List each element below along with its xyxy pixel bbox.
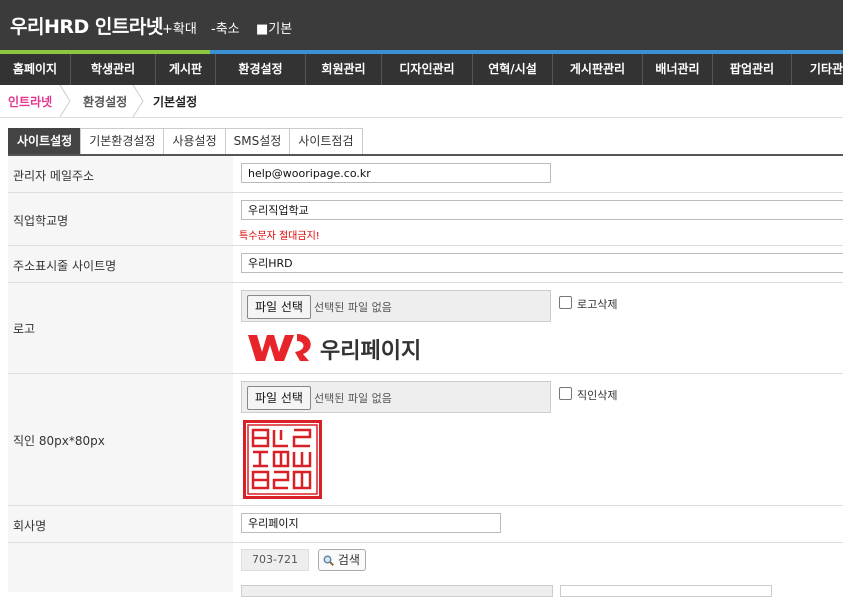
nav-item-history[interactable]: 연혁/시설 — [473, 54, 553, 85]
logo-delete-checkbox[interactable] — [559, 296, 572, 309]
address-row: 703-721 검색 — [8, 543, 843, 597]
nav-item-board-admin[interactable]: 게시판관리 — [553, 54, 643, 85]
admin-email-label: 관리자 메일주소 — [13, 169, 95, 183]
site-name-row: 주소표시줄 사이트명 우리HRD — [8, 246, 843, 283]
admin-email-row: 관리자 메일주소 help@wooripage.co.kr — [8, 156, 843, 193]
zoom-out-button[interactable]: -축소 — [211, 18, 240, 37]
company-input[interactable]: 우리페이지 — [241, 513, 501, 533]
seal-file-button[interactable]: 파일 선택 — [247, 386, 311, 410]
address-detail-input[interactable] — [560, 585, 772, 597]
school-name-row: 직업학교명 우리직업학교 특수문자 절대금지! — [8, 193, 843, 246]
zoom-default-button[interactable]: ■기본 — [256, 18, 292, 37]
seal-delete-label: 직인삭제 — [577, 389, 618, 402]
seal-file-input[interactable]: 파일 선택 선택된 파일 없음 — [241, 381, 551, 413]
breadcrumb-basic: 기본설정 — [153, 95, 198, 109]
breadcrumb-separator-icon — [59, 85, 71, 117]
tab-sms[interactable]: SMS설정 — [224, 128, 291, 154]
top-bar: 우리HRD 인트라넷 +확대 -축소 ■기본 — [0, 0, 843, 52]
school-name-label: 직업학교명 — [13, 214, 69, 228]
admin-email-input[interactable]: help@wooripage.co.kr — [241, 163, 551, 183]
nav-item-banner[interactable]: 배너관리 — [643, 54, 713, 85]
logo-file-button[interactable]: 파일 선택 — [247, 295, 311, 319]
site-name-input[interactable]: 우리HRD — [241, 253, 843, 273]
zoom-in-button[interactable]: +확대 — [162, 18, 197, 37]
logo-label: 로고 — [13, 322, 36, 336]
seal-label: 직인 80px*80px — [13, 434, 105, 448]
tab-usage[interactable]: 사용설정 — [163, 128, 226, 154]
search-icon — [323, 555, 335, 567]
zipcode-field[interactable]: 703-721 — [241, 549, 309, 571]
nav-item-students[interactable]: 학생관리 — [71, 54, 156, 85]
nav-item-popup[interactable]: 팝업관리 — [713, 54, 792, 85]
seal-stamp-icon — [243, 420, 322, 499]
main-nav: 홈페이지 학생관리 게시판 환경설정 회원관리 디자인관리 연혁/시설 게시판관… — [0, 54, 843, 85]
nav-item-etc[interactable]: 기타관리 — [792, 54, 843, 85]
site-name-label: 주소표시줄 사이트명 — [13, 259, 117, 273]
seal-file-status: 선택된 파일 없음 — [314, 392, 392, 405]
address-search-button[interactable]: 검색 — [318, 549, 366, 571]
tab-site-settings[interactable]: 사이트설정 — [8, 128, 82, 154]
nav-item-home[interactable]: 홈페이지 — [0, 54, 71, 85]
logo-text: 우리페이지 — [320, 339, 422, 364]
logo-mark-icon — [248, 334, 311, 361]
nav-item-design[interactable]: 디자인관리 — [382, 54, 473, 85]
nav-item-members[interactable]: 회원관리 — [306, 54, 382, 85]
seal-row: 직인 80px*80px 파일 선택 선택된 파일 없음 직인삭제 — [8, 374, 843, 506]
company-row: 회사명 우리페이지 — [8, 506, 843, 543]
breadcrumb-settings[interactable]: 환경설정 — [83, 93, 127, 110]
logo-row: 로고 파일 선택 선택된 파일 없음 로고삭제 우리페이지 — [8, 283, 843, 374]
nav-item-settings[interactable]: 환경설정 — [216, 54, 306, 85]
company-label: 회사명 — [13, 519, 47, 533]
breadcrumb: 인트라넷 환경설정 기본설정 — [0, 85, 843, 118]
app-title: 우리HRD 인트라넷 — [10, 16, 163, 38]
address-search-label: 검색 — [337, 553, 360, 567]
logo-file-input[interactable]: 파일 선택 선택된 파일 없음 — [241, 290, 551, 322]
logo-file-status: 선택된 파일 없음 — [314, 301, 392, 314]
tab-site-check[interactable]: 사이트점검 — [289, 128, 363, 154]
school-name-input[interactable]: 우리직업학교 — [241, 200, 843, 220]
settings-tabs: 사이트설정 기본환경설정 사용설정 SMS설정 사이트점검 — [8, 128, 363, 155]
tab-basic-env[interactable]: 기본환경설정 — [80, 128, 165, 154]
seal-delete-checkbox[interactable] — [559, 387, 572, 400]
special-char-warning: 특수문자 절대금지! — [239, 231, 320, 242]
breadcrumb-separator-icon — [132, 85, 144, 117]
address-input[interactable] — [241, 585, 553, 597]
breadcrumb-intranet[interactable]: 인트라넷 — [8, 93, 52, 110]
nav-item-board[interactable]: 게시판 — [156, 54, 216, 85]
logo-delete-label: 로고삭제 — [577, 298, 618, 311]
